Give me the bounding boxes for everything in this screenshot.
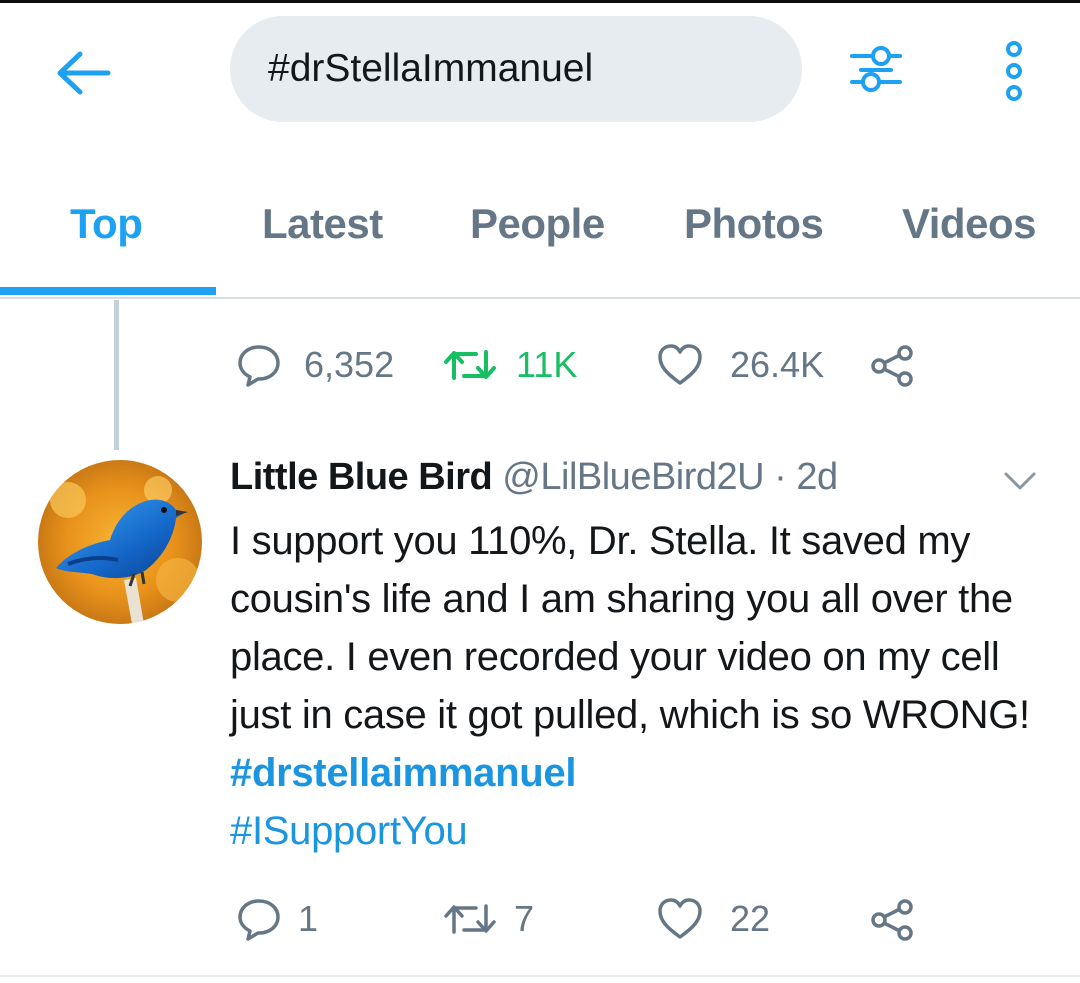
sliders-icon (850, 46, 902, 92)
arrow-left-icon (57, 51, 111, 95)
tab-people[interactable]: People (470, 200, 605, 248)
retweet-icon (444, 350, 496, 380)
author-handle[interactable]: @LilBlueBird2U (502, 456, 764, 498)
share-button[interactable] (870, 898, 916, 942)
parent-retweet-button[interactable]: 11K (442, 342, 577, 388)
parent-like-count: 26.4K (730, 344, 825, 385)
tweet-header: Little Blue Bird @LilBlueBird2U · 2d (230, 456, 838, 499)
like-count: 22 (730, 898, 771, 939)
reply-icon (238, 899, 280, 941)
parent-reply-count: 6,352 (304, 344, 395, 385)
search-filter-button[interactable] (848, 40, 904, 98)
back-button[interactable] (52, 48, 116, 98)
reply-count: 1 (298, 898, 319, 939)
tab-top[interactable]: Top (70, 200, 143, 248)
thread-connector-line (114, 300, 119, 450)
reply-button[interactable]: 1 (236, 896, 318, 942)
author-name[interactable]: Little Blue Bird (230, 456, 493, 498)
retweet-icon (444, 904, 496, 934)
like-button[interactable]: 22 (656, 896, 770, 942)
meta-separator: · (774, 456, 787, 498)
tab-photos[interactable]: Photos (684, 200, 824, 248)
tweet-timestamp[interactable]: 2d (796, 456, 838, 498)
parent-retweet-count: 11K (516, 344, 578, 385)
more-vertical-icon (1006, 41, 1022, 101)
heart-icon (658, 898, 702, 939)
tabs-divider (0, 297, 1080, 299)
avatar[interactable] (38, 460, 202, 624)
tweet-menu-button[interactable] (998, 466, 1042, 496)
blue-bird-avatar-image (38, 460, 202, 624)
retweet-count: 7 (514, 898, 535, 939)
hashtag-link[interactable]: #drstellaimmanuel (230, 751, 576, 795)
tweet-divider (0, 975, 1080, 977)
heart-icon (658, 344, 702, 385)
more-options-button[interactable] (996, 38, 1032, 104)
search-query: #drStellaImmanuel (268, 47, 594, 90)
reply-icon (238, 345, 280, 387)
active-tab-indicator (0, 287, 216, 295)
tweet-text: I support you 110%, Dr. Stella. It saved… (230, 512, 1050, 860)
tab-videos[interactable]: Videos (902, 200, 1036, 248)
parent-reply-button[interactable]: 6,352 (236, 342, 394, 388)
parent-share-button[interactable] (870, 344, 916, 388)
chevron-down-icon (1004, 472, 1036, 490)
hashtag-link[interactable]: #ISupportYou (230, 809, 468, 853)
tab-latest[interactable]: Latest (262, 200, 383, 248)
share-icon (871, 345, 913, 387)
search-input[interactable]: #drStellaImmanuel (230, 16, 802, 122)
tweet-body: I support you 110%, Dr. Stella. It saved… (230, 519, 1030, 737)
search-tabs: Top Latest People Photos Videos (0, 180, 1080, 299)
share-icon (871, 899, 913, 941)
top-edge (0, 0, 1080, 3)
parent-like-button[interactable]: 26.4K (656, 342, 824, 388)
retweet-button[interactable]: 7 (442, 896, 534, 942)
